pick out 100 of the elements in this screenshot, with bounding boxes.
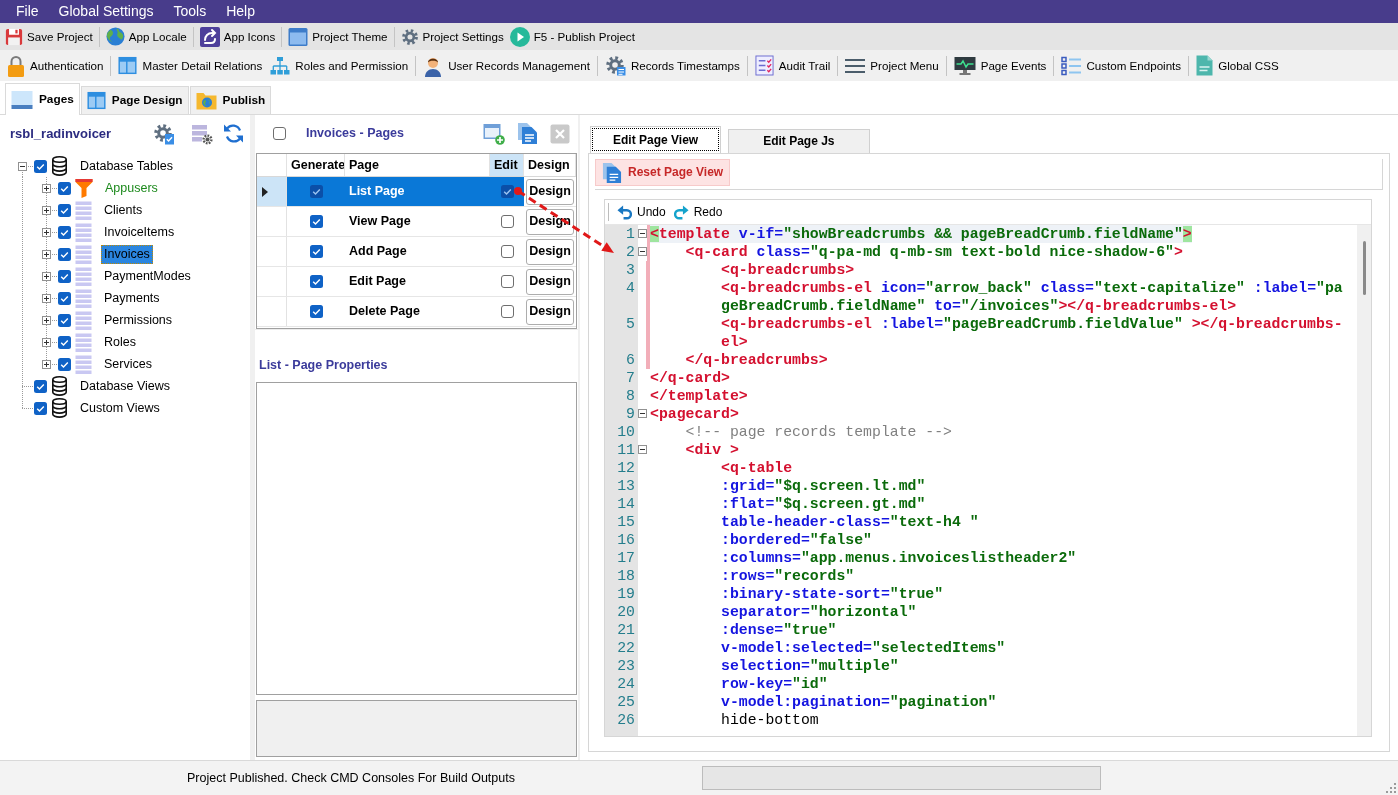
toolbar-button[interactable]: App Icons (196, 25, 279, 48)
toolbar-button[interactable]: Master Detail Relations (114, 55, 267, 76)
toolbar-button[interactable]: Audit Trail (750, 54, 835, 77)
toolbar-button[interactable]: User Records Management (419, 53, 594, 78)
checkbox[interactable] (500, 305, 514, 318)
toolbar-button[interactable]: App Locale (102, 26, 190, 47)
tree-item[interactable]: Services (101, 354, 155, 374)
tab[interactable]: Edit Page Js (728, 129, 870, 153)
checkbox[interactable] (58, 225, 71, 239)
menu-item[interactable]: Global Settings (48, 1, 164, 22)
checkbox[interactable] (309, 305, 323, 318)
toolbar-button[interactable]: Records Timestamps (600, 54, 744, 77)
tree-item[interactable]: InvoiceItems (101, 222, 178, 242)
toolbar-button[interactable]: Custom Endpoints (1057, 54, 1186, 77)
tab[interactable]: Page Design (80, 86, 189, 114)
checkbox[interactable] (34, 401, 47, 415)
checkbox[interactable] (500, 185, 514, 198)
toolbar-button[interactable]: Page Events (949, 54, 1051, 77)
table-row[interactable]: Delete Page Design (287, 297, 576, 326)
code-line: hide-bottom (720, 711, 819, 729)
checkbox[interactable] (58, 269, 71, 283)
tree-item[interactable]: PaymentModes (101, 266, 194, 286)
line-number: 11 (616, 441, 636, 459)
checkbox[interactable] (309, 185, 323, 198)
toolbar-button[interactable]: Roles and Permission (266, 54, 413, 77)
tab[interactable]: Pages (5, 83, 80, 115)
toolbar-button[interactable]: Authentication (3, 53, 108, 78)
scrollbar[interactable] (1357, 225, 1371, 736)
gear-check-icon[interactable] (153, 122, 175, 145)
checkbox[interactable] (309, 215, 323, 228)
expand-icon[interactable] (41, 205, 51, 215)
toolbar-button[interactable]: Project Theme (285, 25, 391, 48)
toolbar-button[interactable]: Project Menu (841, 56, 943, 75)
checkbox[interactable] (58, 335, 71, 349)
toolbar-button[interactable]: F5 - Publish Project (506, 25, 638, 48)
add-window-icon[interactable] (483, 122, 505, 145)
checkbox[interactable] (58, 291, 71, 305)
design-button[interactable]: Design (526, 238, 574, 265)
expand-icon[interactable] (41, 293, 51, 303)
line-number: 26 (616, 711, 636, 729)
checkbox[interactable] (34, 379, 47, 393)
design-button[interactable]: Design (526, 178, 574, 205)
checkbox[interactable] (58, 181, 71, 195)
expand-icon[interactable] (41, 227, 51, 237)
design-button[interactable]: Design (526, 208, 574, 235)
design-button[interactable]: Design (526, 298, 574, 325)
tree-item[interactable]: Permissions (101, 310, 176, 330)
tree-item[interactable]: Database Views (77, 376, 174, 396)
refresh-icon[interactable] (223, 122, 244, 145)
line-number: 19 (616, 585, 636, 603)
collapse-icon[interactable] (17, 161, 27, 171)
checkbox[interactable] (273, 127, 286, 140)
checkbox[interactable] (500, 245, 514, 258)
redo-button[interactable]: Redo (671, 204, 729, 220)
menu-item[interactable]: Tools (163, 1, 217, 22)
expand-icon[interactable] (41, 271, 51, 281)
column-header[interactable]: Generate (287, 154, 345, 176)
tree-item[interactable]: Roles (101, 332, 139, 352)
tree-item[interactable]: Invoices (101, 244, 153, 264)
expand-icon[interactable] (41, 359, 51, 369)
menu-item[interactable]: File (6, 1, 49, 22)
checkbox[interactable] (58, 313, 71, 327)
table-row[interactable]: Add Page Design (287, 237, 576, 266)
toolbar-button[interactable]: Project Settings (397, 26, 507, 47)
tab[interactable]: Edit Page View (590, 126, 722, 153)
tree-item[interactable]: Payments (101, 288, 163, 308)
checkbox[interactable] (34, 159, 47, 173)
expand-icon[interactable] (41, 249, 51, 259)
database-gear-icon[interactable] (191, 122, 213, 145)
checkbox[interactable] (58, 357, 71, 371)
reset-button[interactable]: Reset Page View (595, 159, 731, 186)
undo-button[interactable]: Undo (615, 204, 672, 220)
toolbar-button[interactable]: Save Project (2, 26, 96, 47)
fold-icon[interactable] (638, 229, 647, 238)
checkbox[interactable] (58, 203, 71, 217)
table-row[interactable]: View Page Design (287, 207, 576, 236)
fold-icon[interactable] (638, 247, 647, 256)
design-button[interactable]: Design (526, 268, 574, 295)
tab[interactable]: Publish (189, 86, 272, 114)
column-header[interactable]: Edit (490, 154, 524, 176)
table-row[interactable]: Edit Page Design (287, 267, 576, 296)
tree-item[interactable]: Custom Views (77, 398, 163, 418)
expand-icon[interactable] (41, 315, 51, 325)
expand-icon[interactable] (41, 337, 51, 347)
fold-icon[interactable] (638, 445, 647, 454)
checkbox[interactable] (309, 275, 323, 288)
column-header[interactable]: Design (524, 154, 576, 176)
documents-icon[interactable] (517, 122, 538, 145)
checkbox[interactable] (500, 275, 514, 288)
checkbox[interactable] (500, 215, 514, 228)
tree-item[interactable]: Appusers (102, 178, 161, 198)
checkbox[interactable] (309, 245, 323, 258)
checkbox[interactable] (58, 247, 71, 261)
table-row[interactable]: List Page Design (287, 177, 576, 206)
tree-item[interactable]: Database Tables (77, 156, 176, 176)
menu-item[interactable]: Help (216, 1, 265, 22)
tree-item[interactable]: Clients (101, 200, 146, 220)
expand-icon[interactable] (41, 183, 51, 193)
toolbar-button[interactable]: Global CSS (1192, 54, 1283, 77)
fold-icon[interactable] (638, 409, 647, 418)
